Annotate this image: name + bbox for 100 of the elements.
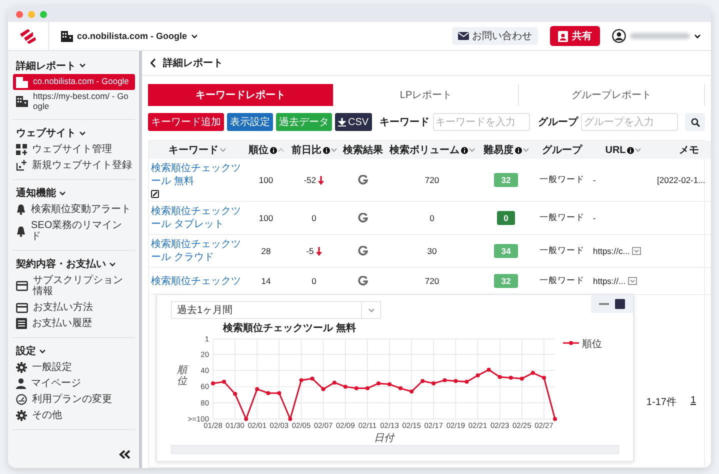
account-menu[interactable] (612, 29, 701, 43)
maximize-button[interactable] (615, 299, 625, 309)
sidebar-item[interactable]: お支払い方法 (13, 300, 135, 316)
report-tab[interactable]: キーワードレポート (148, 84, 334, 106)
caret-icon (79, 130, 86, 136)
search-button[interactable] (685, 113, 705, 131)
section-header[interactable]: 設定 (13, 342, 135, 360)
difficulty-badge: 32 (494, 274, 518, 288)
logo-icon[interactable] (19, 28, 37, 44)
data-point (332, 380, 336, 385)
result-count: 1-17件 (646, 396, 676, 409)
chart-title: 検索順位チェックツール 無料 (223, 323, 356, 334)
column-header[interactable]: グループ (533, 141, 591, 159)
close-dot-icon[interactable] (16, 10, 23, 18)
dropdown-icon[interactable] (632, 247, 641, 255)
keyword-link[interactable]: 検索順位チェックツール クラウド (151, 238, 243, 264)
info-icon (514, 146, 522, 154)
x-axis-label: 日付 (374, 433, 394, 444)
data-point (299, 378, 304, 382)
filter-input[interactable]: キーワードを入力 (432, 113, 530, 131)
blurred-email (630, 33, 690, 39)
info-icon (626, 146, 634, 154)
section-header[interactable]: 契約内容・お支払い (13, 256, 135, 273)
group-cell: 一般ワード (540, 275, 584, 285)
data-point (542, 376, 546, 380)
contact-button[interactable]: お問い合わせ (452, 27, 538, 45)
column-header[interactable]: 順位 (245, 141, 287, 159)
page-link[interactable]: 1 (690, 395, 696, 409)
data-point (310, 376, 314, 381)
section-header[interactable]: 通知機能 (13, 184, 135, 202)
keyword-link[interactable]: 検索順位チェックツール タブレット (151, 205, 243, 231)
data-point (486, 368, 491, 372)
action-button[interactable]: キーワード追加 (148, 113, 224, 131)
collapse-sidebar-button[interactable] (119, 447, 131, 462)
sort-caret-icon[interactable] (330, 148, 336, 152)
data-point (343, 384, 348, 389)
column-header[interactable]: 検索結果 (341, 141, 385, 159)
info-icon (270, 146, 276, 154)
sidebar-item[interactable]: お支払い履歴 (13, 316, 135, 332)
caret-icon (39, 348, 46, 354)
data-point (211, 381, 215, 386)
column-header[interactable]: URL (591, 141, 655, 159)
building-icon (16, 76, 28, 88)
sidebar-item[interactable]: 新規ウェブサイト登録 (13, 158, 135, 174)
action-button[interactable]: CSV (335, 113, 372, 131)
back-chevron-icon[interactable] (150, 58, 156, 68)
caret-icon (694, 34, 701, 38)
legend-label: 順位 (582, 339, 602, 350)
sort-caret-icon[interactable] (634, 148, 641, 152)
id-badge-icon (558, 30, 568, 42)
change-cell: 0 (312, 213, 316, 223)
change-cell: -5 (306, 246, 314, 256)
sort-caret-icon[interactable] (220, 148, 226, 152)
chart-scrollbar[interactable] (171, 445, 619, 454)
sidebar-item[interactable]: 検索順位変動アラート (13, 202, 135, 218)
data-point (476, 373, 480, 378)
section-header[interactable]: ウェブサイト (13, 124, 135, 142)
share-button[interactable]: 共有 (550, 26, 600, 46)
sidebar-item[interactable]: 利用プランの変更 (13, 392, 135, 408)
data-point (420, 379, 425, 383)
column-header[interactable]: 検索ボリューム (385, 141, 479, 159)
sort-caret-icon[interactable] (468, 148, 474, 152)
sidebar-item[interactable]: マイページ (13, 376, 135, 392)
sidebar-item[interactable]: その他 (13, 408, 135, 424)
column-header[interactable]: キーワード (149, 141, 245, 159)
person-icon (16, 378, 26, 390)
sidebar-item[interactable]: サブスクリプション情報 (13, 272, 135, 300)
group-cell: 一般ワード (540, 245, 584, 255)
data-point (442, 378, 447, 382)
rank-cell: 28 (261, 246, 271, 256)
sidebar-item[interactable]: https://my-best.com/ - Google (13, 90, 135, 114)
gear-icon (16, 362, 27, 374)
sidebar-item[interactable]: SEO業務のリマインド (13, 218, 135, 245)
change-cell: -52 (304, 175, 316, 185)
edit-icon[interactable] (151, 190, 159, 198)
site-selector[interactable]: co.nobilista.com - Google (49, 22, 210, 50)
filter-input[interactable]: グループを入力 (580, 113, 678, 131)
dropdown-icon[interactable] (628, 277, 637, 285)
sidebar-item[interactable]: 一般設定 (13, 360, 135, 376)
sort-caret-icon[interactable] (278, 148, 284, 152)
data-point (255, 387, 260, 392)
section-header[interactable]: 詳細レポート (13, 57, 135, 74)
keyword-link[interactable]: 検索順位チェックツール 無料 (151, 162, 243, 188)
sidebar-item[interactable]: co.nobilista.com - Google (13, 74, 135, 90)
google-icon (358, 276, 368, 286)
column-header[interactable]: 難易度 (479, 141, 533, 159)
bell-icon (16, 204, 26, 216)
column-header[interactable]: メモ (655, 141, 711, 159)
difficulty-badge: 0 (496, 211, 516, 225)
data-point (464, 380, 469, 384)
sidebar-item[interactable]: ウェブサイト管理 (13, 142, 135, 158)
keyword-link[interactable]: 検索順位チェックツ (151, 274, 243, 288)
column-header[interactable]: 前日比 (287, 141, 341, 159)
period-dropdown[interactable]: 過去1ヶ月間 (171, 301, 381, 319)
zoom-dot-icon[interactable] (40, 10, 47, 18)
minimize-dot-icon[interactable] (28, 10, 35, 18)
report-tab[interactable]: LPレポート (334, 84, 520, 106)
sort-caret-icon[interactable] (522, 148, 528, 152)
action-button[interactable]: 表示設定 (227, 113, 273, 131)
report-tab[interactable]: グループレポート (519, 84, 706, 106)
